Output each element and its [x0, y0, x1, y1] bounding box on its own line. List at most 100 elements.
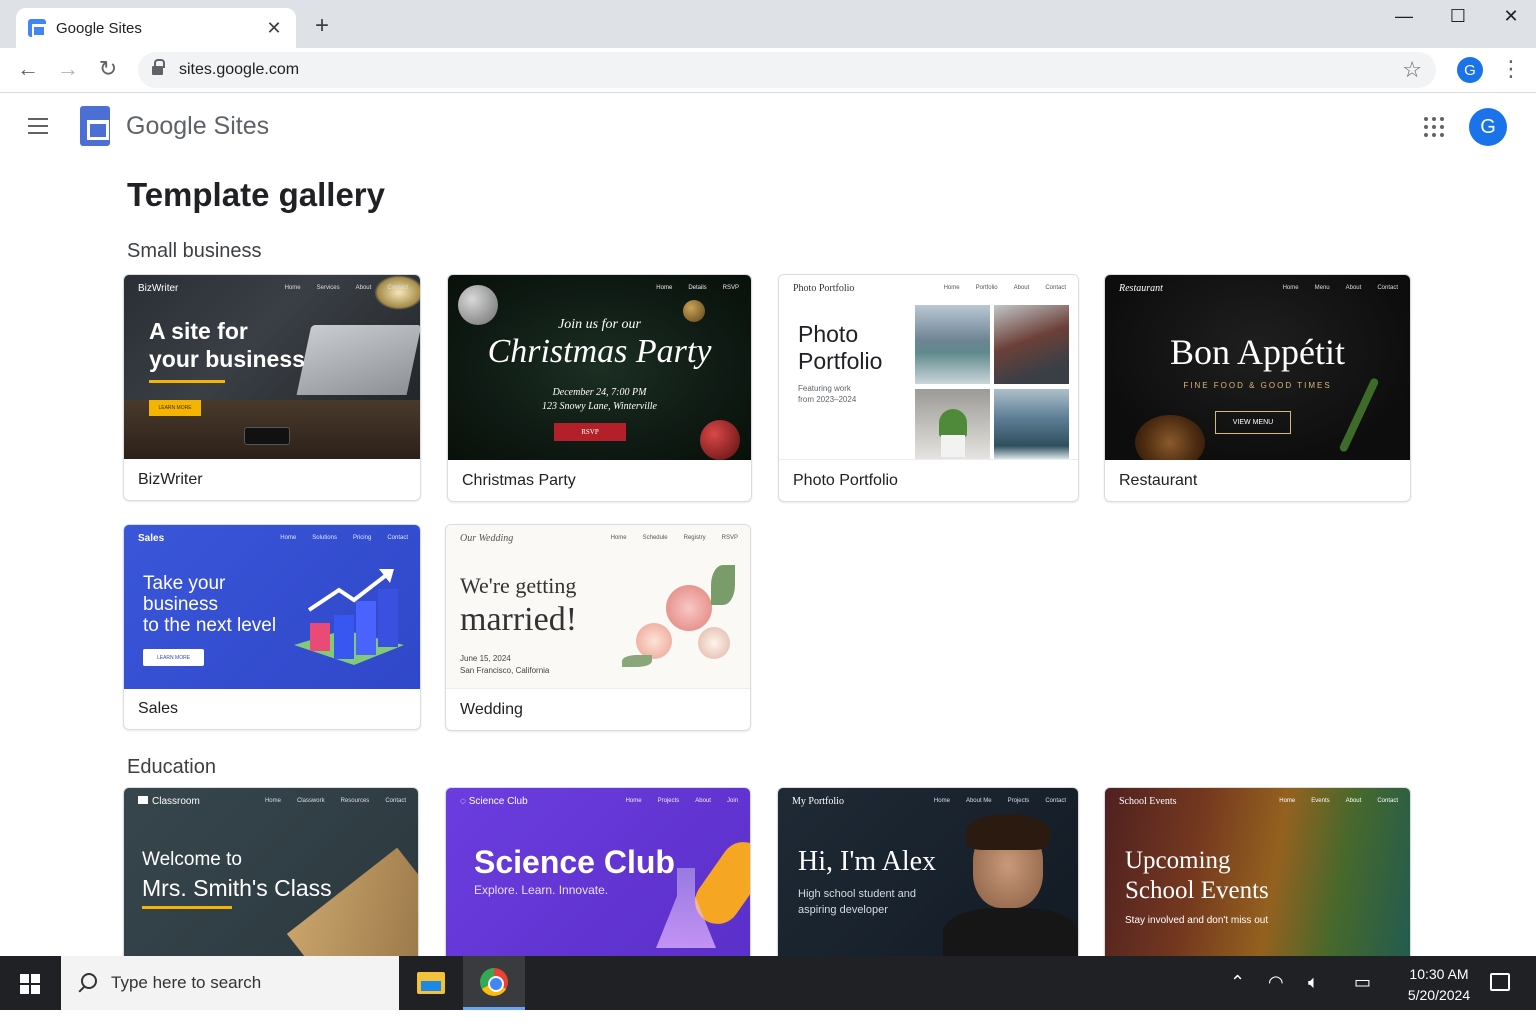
browser-menu-icon[interactable]: ⋮: [1500, 56, 1522, 82]
mini-nav: Home Classwork Resources Contact: [264, 798, 406, 804]
mini-nav: Home About Me Projects Contact: [933, 798, 1066, 804]
template-card-christmas-party[interactable]: Home Details RSVP Join us for our Christ…: [447, 274, 752, 502]
photographer-photo: [994, 305, 1069, 384]
thumbnail-headline: Upcoming School Events: [1125, 847, 1269, 904]
sites-favicon-icon: [28, 19, 46, 37]
close-tab-icon[interactable]: ✕: [264, 18, 284, 39]
account-avatar[interactable]: G: [1469, 108, 1507, 146]
template-label: BizWriter: [138, 471, 203, 488]
browser-tab-bar: Google Sites ✕ + — ☐ ✕: [0, 0, 1536, 48]
thumbnail-headline: Take your business to the next level: [143, 573, 277, 636]
show-hidden-icons-icon[interactable]: ⌃: [1230, 972, 1245, 993]
mini-brand: Classroom: [138, 796, 200, 807]
bookmark-star-icon[interactable]: ☆: [1402, 57, 1422, 83]
plant-photo: [915, 389, 990, 459]
ornament-image: [700, 420, 740, 460]
new-tab-icon[interactable]: +: [308, 12, 336, 40]
forward-icon[interactable]: →: [54, 56, 82, 82]
spice-bowl-image: [1135, 415, 1205, 460]
lock-icon: [152, 59, 165, 76]
clock-time: 10:30 AM: [1409, 966, 1469, 982]
laptop-image: [296, 325, 420, 395]
growth-chart-illustration: [294, 569, 404, 665]
template-label: Sales: [138, 700, 179, 717]
template-card-sales[interactable]: Sales Home Solutions Pricing Contact Tak…: [123, 524, 421, 730]
mini-nav: Home Solutions Pricing Contact: [280, 535, 408, 541]
rose-image: [636, 623, 672, 659]
taskbar-clock[interactable]: 10:30 AM 5/20/2024: [1400, 964, 1478, 1006]
thumbnail-headline: Science Club: [474, 844, 675, 880]
rose-image: [666, 585, 712, 631]
section-title-education: Education: [127, 756, 216, 778]
url-text[interactable]: sites.google.com: [179, 61, 1402, 79]
template-thumbnail: Home Details RSVP Join us for our Christ…: [448, 275, 751, 460]
notification-center-icon[interactable]: [1490, 973, 1510, 991]
thumbnail-headline: Photo Portfolio: [798, 321, 883, 374]
tab-title: Google Sites: [56, 19, 142, 37]
template-card-bizwriter[interactable]: BizWriter Home Services About Contact A …: [123, 274, 421, 501]
mini-nav: Home Menu About Contact: [1282, 285, 1398, 291]
taskbar-search-box[interactable]: Type here to search: [61, 956, 399, 1010]
google-apps-icon[interactable]: [1424, 117, 1444, 137]
lightbulb-icon: ◌: [460, 796, 469, 807]
mini-nav: Home Portfolio About Contact: [943, 285, 1066, 291]
book-icon: [138, 796, 148, 804]
minimize-icon[interactable]: —: [1389, 6, 1419, 27]
windows-taskbar: Type here to search ⌃ ◠ 🔈︎ ▭ 10:30 AM 5/…: [0, 956, 1536, 1010]
browser-toolbar: ← → ↻ sites.google.com ☆ G ⋮: [0, 48, 1536, 93]
browser-tab[interactable]: Google Sites ✕: [16, 8, 296, 48]
thumbnail-cta: RSVP: [554, 423, 626, 441]
mini-brand: Restaurant: [1119, 283, 1163, 294]
template-thumbnail: My Portfolio Home About Me Projects Cont…: [778, 788, 1078, 961]
volume-icon[interactable]: 🔈︎: [1308, 972, 1319, 993]
thumbnail-headline: A site for your business: [149, 318, 305, 372]
mountain-lake-photo: [915, 305, 990, 384]
battery-icon[interactable]: ▭: [1354, 972, 1371, 993]
template-card-school-events[interactable]: School Events Home Events About Contact …: [1104, 787, 1411, 962]
template-card-restaurant[interactable]: Restaurant Home Menu About Contact Bon A…: [1104, 274, 1411, 502]
chrome-icon: [480, 967, 508, 996]
back-icon[interactable]: ←: [14, 56, 42, 82]
mini-nav: Home Details RSVP: [656, 285, 739, 291]
mini-nav: Home Services About Contact: [284, 285, 408, 291]
maximize-icon[interactable]: ☐: [1443, 6, 1473, 27]
mini-nav: Home Events About Contact: [1279, 798, 1398, 804]
template-thumbnail: Photo Portfolio Home Portfolio About Con…: [779, 275, 1078, 460]
browser-profile-avatar[interactable]: G: [1457, 57, 1483, 83]
mini-brand: Sales: [138, 533, 165, 544]
template-thumbnail: School Events Home Events About Contact …: [1105, 788, 1410, 961]
template-thumbnail: BizWriter Home Services About Contact A …: [124, 275, 420, 459]
template-card-my-portfolio[interactable]: My Portfolio Home About Me Projects Cont…: [777, 787, 1079, 962]
template-card-wedding[interactable]: Our Wedding Home Schedule Registry RSVP …: [445, 524, 751, 731]
hamburger-menu-icon[interactable]: [28, 118, 48, 134]
wifi-icon[interactable]: ◠: [1268, 972, 1284, 993]
template-label: Wedding: [460, 701, 523, 718]
thumbnail-headline: Bon Appétit: [1169, 332, 1345, 372]
template-card-classroom[interactable]: Classroom Home Classwork Resources Conta…: [123, 787, 419, 962]
reload-icon[interactable]: ↻: [94, 56, 122, 82]
thumbnail-cta: LEARN MORE: [143, 649, 204, 666]
template-thumbnail: ◌ Science Club Home Projects About Join …: [446, 788, 750, 961]
template-card-science-club[interactable]: ◌ Science Club Home Projects About Join …: [445, 787, 751, 962]
template-thumbnail: Our Wedding Home Schedule Registry RSVP …: [446, 525, 750, 689]
template-label: Restaurant: [1119, 472, 1198, 489]
taskbar-file-explorer[interactable]: [400, 956, 462, 1010]
product-name[interactable]: Google Sites: [126, 112, 269, 141]
clock-date: 5/20/2024: [1407, 987, 1471, 1003]
section-title-small-business: Small business: [127, 240, 262, 262]
address-bar[interactable]: sites.google.com ☆: [138, 52, 1436, 88]
template-label: Christmas Party: [462, 472, 576, 489]
search-placeholder: Type here to search: [111, 973, 262, 992]
google-sites-logo-icon[interactable]: [80, 106, 110, 146]
close-window-icon[interactable]: ✕: [1496, 6, 1526, 27]
search-icon: [81, 973, 97, 989]
taskbar-chrome[interactable]: [463, 956, 525, 1010]
thumbnail-headline: Hi, I'm Alex: [798, 846, 937, 877]
mini-nav: Home Schedule Registry RSVP: [610, 535, 738, 541]
windows-start-icon[interactable]: [20, 974, 40, 994]
mini-brand: Photo Portfolio: [793, 283, 855, 294]
page-title: Template gallery: [127, 176, 385, 213]
template-card-photo-portfolio[interactable]: Photo Portfolio Home Portfolio About Con…: [778, 274, 1079, 502]
coast-photo: [994, 389, 1069, 459]
mini-brand: School Events: [1119, 796, 1177, 807]
